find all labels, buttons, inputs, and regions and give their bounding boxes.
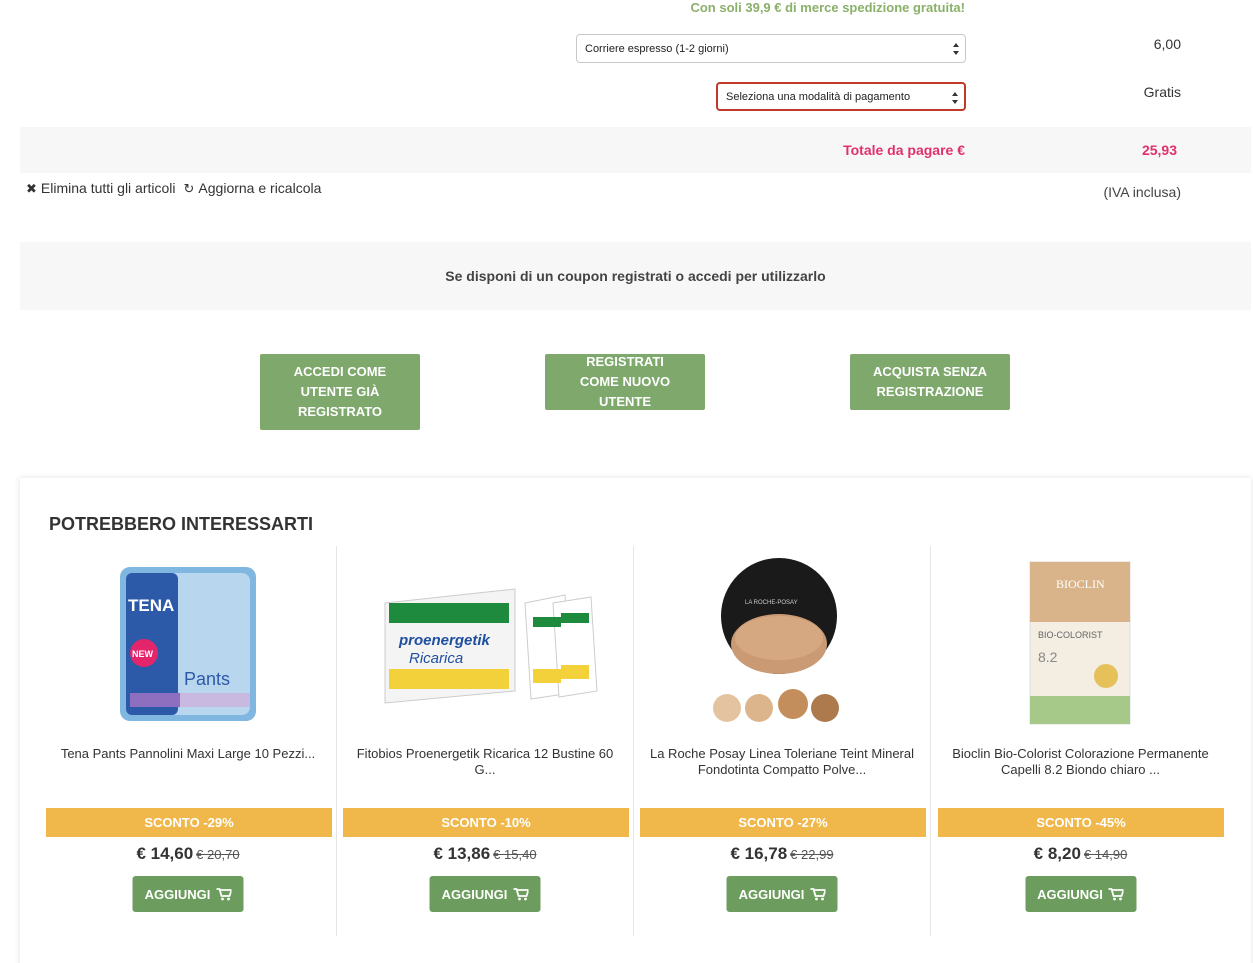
lrp-brand-text: LA ROCHE-POSAY	[745, 600, 798, 606]
coupon-message: Se disponi di un coupon registrati o acc…	[20, 242, 1251, 310]
old-price: € 14,90	[1083, 847, 1128, 862]
product-name[interactable]: Fitobios Proenergetik Ricarica 12 Bustin…	[345, 746, 625, 778]
shipping-cost: 6,00	[1153, 36, 1181, 52]
add-to-cart-button[interactable]: AGGIUNGI	[1025, 876, 1136, 912]
old-price: € 15,40	[493, 847, 537, 862]
register-button[interactable]: REGISTRATI COME NUOVO UTENTE	[545, 354, 705, 410]
product-image[interactable]: TENA NEW Pants	[40, 558, 336, 728]
product-prices: € 16,78 € 22,99	[634, 844, 930, 864]
product-image[interactable]: BIOCLIN BIO-COLORIST 8.2	[932, 558, 1229, 728]
product-image[interactable]: proenergetik Ricarica	[337, 558, 633, 728]
refresh-icon: ↻	[183, 181, 195, 196]
payment-method-select[interactable]: Seleziona una modalità di pagamento	[716, 82, 966, 111]
product-name[interactable]: Tena Pants Pannolini Maxi Large 10 Pezzi…	[48, 746, 328, 762]
product-prices: € 13,86 € 15,40	[337, 844, 633, 864]
add-to-cart-label: AGGIUNGI	[1037, 886, 1103, 902]
product-name[interactable]: La Roche Posay Linea Toleriane Teint Min…	[642, 746, 922, 778]
login-button[interactable]: ACCEDI COME UTENTE GIÀ REGISTRATO	[260, 354, 420, 430]
product-price: € 14,60	[136, 844, 194, 863]
old-price: € 20,70	[196, 847, 240, 862]
tena-brand-text: TENA	[128, 596, 174, 615]
cart-icon	[810, 887, 826, 900]
cart-icon	[513, 887, 529, 900]
shade-number-text: 8.2	[1038, 649, 1058, 665]
bioclin-brand-text: BIOCLIN	[1056, 577, 1105, 591]
recommendations-title: POTREBBERO INTERESSARTI	[49, 514, 314, 534]
update-cart-label: Aggiorna e ricalcola	[198, 180, 322, 196]
add-to-cart-label: AGGIUNGI	[738, 886, 805, 902]
total-bar	[20, 127, 1251, 173]
product-price: € 16,78	[730, 844, 788, 863]
ricarica-text: Ricarica	[409, 650, 463, 667]
select-arrows-icon	[952, 42, 960, 56]
shipping-method-select[interactable]: Corriere espresso (1-2 giorni)	[576, 34, 966, 63]
tena-pants-text: Pants	[184, 669, 230, 689]
proenergetik-text: proenergetik	[398, 632, 491, 649]
bio-colorist-text: BIO-COLORIST	[1038, 630, 1103, 640]
add-to-cart-button[interactable]: AGGIUNGI	[132, 876, 244, 912]
shipping-method-value: Corriere espresso (1-2 giorni)	[585, 42, 729, 55]
cart-icon	[1108, 887, 1124, 900]
product-card: LA ROCHE-POSAY La Roche Posay Linea Tole…	[634, 546, 931, 936]
discount-badge: SCONTO -27%	[640, 808, 926, 837]
old-price: € 22,99	[790, 847, 834, 862]
total-value: 25,93	[1141, 142, 1177, 158]
guest-checkout-button[interactable]: ACQUISTA SENZA REGISTRAZIONE	[850, 354, 1010, 410]
discount-badge: SCONTO -10%	[343, 808, 629, 837]
product-card: BIOCLIN BIO-COLORIST 8.2 Bioclin Bio-Col…	[932, 546, 1229, 936]
product-card: proenergetik Ricarica Fitobios Proenerge…	[337, 546, 634, 936]
product-image[interactable]: LA ROCHE-POSAY	[634, 558, 930, 728]
update-cart-link[interactable]: ↻ Aggiorna e ricalcola	[184, 180, 322, 197]
vat-note: (IVA inclusa)	[1103, 184, 1181, 200]
svg-text:NEW: NEW	[132, 649, 154, 659]
product-prices: € 8,20 € 14,90	[932, 844, 1229, 864]
select-arrows-icon	[951, 91, 959, 105]
discount-badge: SCONTO -29%	[46, 808, 332, 837]
remove-all-link[interactable]: ✖ Elimina tutti gli articoli	[26, 180, 176, 197]
discount-badge: SCONTO -45%	[938, 808, 1224, 837]
cart-actions: ✖ Elimina tutti gli articoli ↻ Aggiorna e …	[26, 180, 321, 197]
product-price: € 8,20	[1033, 844, 1081, 863]
payment-cost: Gratis	[1143, 84, 1181, 100]
remove-all-label: Elimina tutti gli articoli	[40, 180, 176, 196]
add-to-cart-button[interactable]: AGGIUNGI	[726, 876, 838, 912]
close-icon: ✖	[26, 181, 37, 196]
product-prices: € 14,60 € 20,70	[40, 844, 336, 864]
cart-icon	[216, 887, 232, 900]
free-shipping-note: Con soli 39,9 € di merce spedizione grat…	[690, 0, 965, 15]
total-label: Totale da pagare €	[843, 142, 965, 158]
add-to-cart-label: AGGIUNGI	[144, 886, 211, 902]
product-card: TENA NEW Pants Tena Pants Pannolini Maxi…	[40, 546, 337, 936]
add-to-cart-label: AGGIUNGI	[441, 886, 508, 902]
payment-method-value: Seleziona una modalità di pagamento	[726, 90, 911, 103]
recommendations-panel: POTREBBERO INTERESSARTI TENA NEW Pants T…	[20, 478, 1251, 963]
product-price: € 13,86	[433, 844, 491, 863]
add-to-cart-button[interactable]: AGGIUNGI	[429, 876, 541, 912]
product-name[interactable]: Bioclin Bio-Colorist Colorazione Permane…	[940, 746, 1221, 778]
